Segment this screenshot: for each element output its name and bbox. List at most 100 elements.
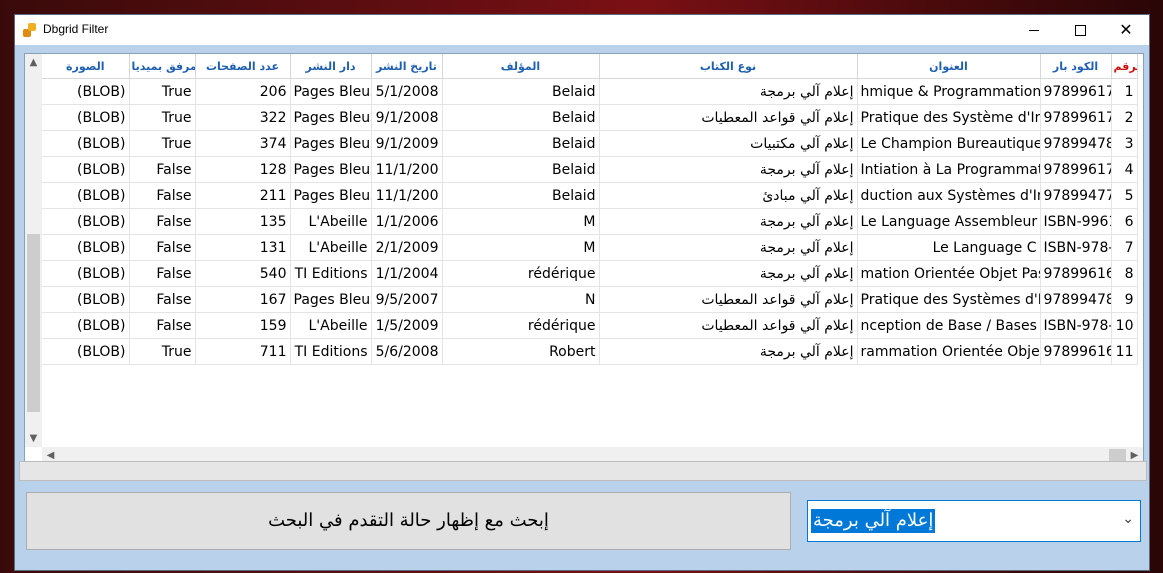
cell-author[interactable]: Belaid [442,182,600,209]
search-button[interactable]: إبحث مع إظهار حالة التقدم في البحث [26,492,791,550]
cell-title[interactable]: Le Champion Bureautique 2 [857,130,1041,157]
cell-pages[interactable]: 322 [195,104,291,131]
cell-barcode[interactable]: ISBN-978-9961-723-81-4 [1040,234,1112,261]
vertical-scrollbar[interactable]: ▲ ▼ [25,54,42,447]
table-row[interactable]: (BLOB) False 128 Pages Bleus 11/1/200 Belaid إ… [42,156,1138,183]
cell-pages[interactable]: 135 [195,208,291,235]
cell-book-type[interactable]: إعلام آلي برمجة [599,78,858,105]
cell-date[interactable]: 1/1/2004 [371,260,443,287]
cell-publisher[interactable]: L'Abeille [290,312,372,339]
cell-publisher[interactable]: Pages Bleus [290,130,372,157]
cell-image[interactable]: (BLOB) [42,208,130,235]
cell-author[interactable]: M [442,234,600,261]
cell-number[interactable]: 8 [1111,260,1138,287]
cell-barcode[interactable]: 9789947734209 [1040,182,1112,209]
cell-media[interactable]: True [129,78,196,105]
cell-author[interactable]: Belaid [442,78,600,105]
minimize-button[interactable] [1011,15,1057,45]
cell-title[interactable]: nception de Base / Bases de Données [857,312,1041,339]
table-row[interactable]: (BLOB) False 159 L'Abeille 1/5/2009 rédérique… [42,312,1138,339]
cell-author[interactable]: Robert [442,338,600,365]
cell-author[interactable]: Belaid [442,104,600,131]
cell-title[interactable]: hmique & Programmation en Pascal [857,78,1041,105]
cell-number[interactable]: 11 [1111,338,1138,365]
cell-title[interactable]: Intiation à La Programmation en C++ [857,156,1041,183]
cell-number[interactable]: 9 [1111,286,1138,313]
cell-media[interactable]: False [129,312,196,339]
table-row[interactable]: (BLOB) True 322 Pages Bleus 9/1/2008 Belaid إع… [42,104,1138,131]
table-row[interactable]: (BLOB) True 206 Pages Bleus 5/1/2008 Belaid إع… [42,78,1138,105]
cell-pages[interactable]: 374 [195,130,291,157]
cell-number[interactable]: 2 [1111,104,1138,131]
cell-media[interactable]: False [129,260,196,287]
cell-image[interactable]: (BLOB) [42,234,130,261]
cell-date[interactable]: 11/1/200 [371,182,443,209]
cell-book-type[interactable]: إعلام آلي برمجة [599,234,858,261]
filter-combobox[interactable]: إعلام آلي برمجة ⌄ [807,500,1141,542]
cell-title[interactable]: Pratique des Système d'Information [857,104,1041,131]
cell-number[interactable]: 3 [1111,130,1138,157]
cell-book-type[interactable]: إعلام آلي مبادئ [599,182,858,209]
cell-barcode[interactable]: 9789961691465 [1040,338,1112,365]
cell-date[interactable]: 1/1/2006 [371,208,443,235]
table-row[interactable]: (BLOB) True 374 Pages Bleus 9/1/2009 Belaid إع… [42,130,1138,157]
cell-book-type[interactable]: إعلام آلي برمجة [599,260,858,287]
cell-publisher[interactable]: Pages Bleus [290,182,372,209]
table-row[interactable]: (BLOB) False 540 TI Editions 1/1/2004 rédériq… [42,260,1138,287]
cell-image[interactable]: (BLOB) [42,104,130,131]
cell-book-type[interactable]: إعلام آلي برمجة [599,156,858,183]
cell-pages[interactable]: 159 [195,312,291,339]
cell-book-type[interactable]: إعلام آلي برمجة [599,208,858,235]
cell-publisher[interactable]: Pages Bleus [290,156,372,183]
cell-date[interactable]: 9/1/2008 [371,104,443,131]
table-row[interactable]: (BLOB) False 131 L'Abeille 2/1/2009 M إعلام آل… [42,234,1138,261]
column-header-number[interactable]: الرقم [1111,54,1138,79]
cell-title[interactable]: Pratique des Systèmes d'Information [857,286,1041,313]
cell-image[interactable]: (BLOB) [42,286,130,313]
cell-author[interactable]: Belaid [442,156,600,183]
cell-title[interactable]: Le Language Assembleur [857,208,1041,235]
cell-title[interactable]: Le Language C [857,234,1041,261]
chevron-down-icon[interactable]: ⌄ [1122,511,1134,527]
cell-date[interactable]: 9/5/2007 [371,286,443,313]
cell-title[interactable]: mation Orientée Objet Pascal-Delphi [857,260,1041,287]
cell-image[interactable]: (BLOB) [42,260,130,287]
cell-pages[interactable]: 711 [195,338,291,365]
cell-image[interactable]: (BLOB) [42,338,130,365]
cell-author[interactable]: M [442,208,600,235]
column-header-image[interactable]: الصورة [42,54,130,79]
cell-barcode[interactable]: 9789961734698 [1040,78,1112,105]
column-header-book-type[interactable]: نوع الكتاب [599,54,858,79]
column-header-date[interactable]: تاريخ النشر [371,54,443,79]
scroll-up-icon[interactable]: ▲ [25,54,42,71]
cell-media[interactable]: True [129,130,196,157]
column-header-pages[interactable]: عدد الصفحات [195,54,291,79]
cell-media[interactable]: False [129,182,196,209]
cell-number[interactable]: 5 [1111,182,1138,209]
cell-media[interactable]: False [129,156,196,183]
cell-media[interactable]: False [129,234,196,261]
column-header-barcode[interactable]: الكود بار [1040,54,1112,79]
cell-pages[interactable]: 131 [195,234,291,261]
column-header-media[interactable]: مرفق بميديا [129,54,196,79]
cell-image[interactable]: (BLOB) [42,156,130,183]
cell-book-type[interactable]: إعلام آلي قواعد المعطيات [599,312,858,339]
cell-barcode[interactable]: 9789961690710 [1040,260,1112,287]
cell-book-type[interactable]: إعلام آلي قواعد المعطيات [599,286,858,313]
cell-book-type[interactable]: إعلام آلي برمجة [599,338,858,365]
cell-pages[interactable]: 206 [195,78,291,105]
cell-publisher[interactable]: L'Abeille [290,208,372,235]
vertical-scroll-thumb[interactable] [27,234,40,412]
maximize-button[interactable] [1057,15,1103,45]
cell-publisher[interactable]: TI Editions [290,260,372,287]
cell-date[interactable]: 5/1/2008 [371,78,443,105]
cell-author[interactable]: N [442,286,600,313]
cell-author[interactable]: rédérique [442,260,600,287]
column-header-publisher[interactable]: دار النشر [290,54,372,79]
cell-media[interactable]: False [129,286,196,313]
cell-media[interactable]: False [129,208,196,235]
cell-number[interactable]: 4 [1111,156,1138,183]
cell-media[interactable]: True [129,338,196,365]
cell-date[interactable]: 1/5/2009 [371,312,443,339]
cell-publisher[interactable]: Pages Bleus [290,104,372,131]
